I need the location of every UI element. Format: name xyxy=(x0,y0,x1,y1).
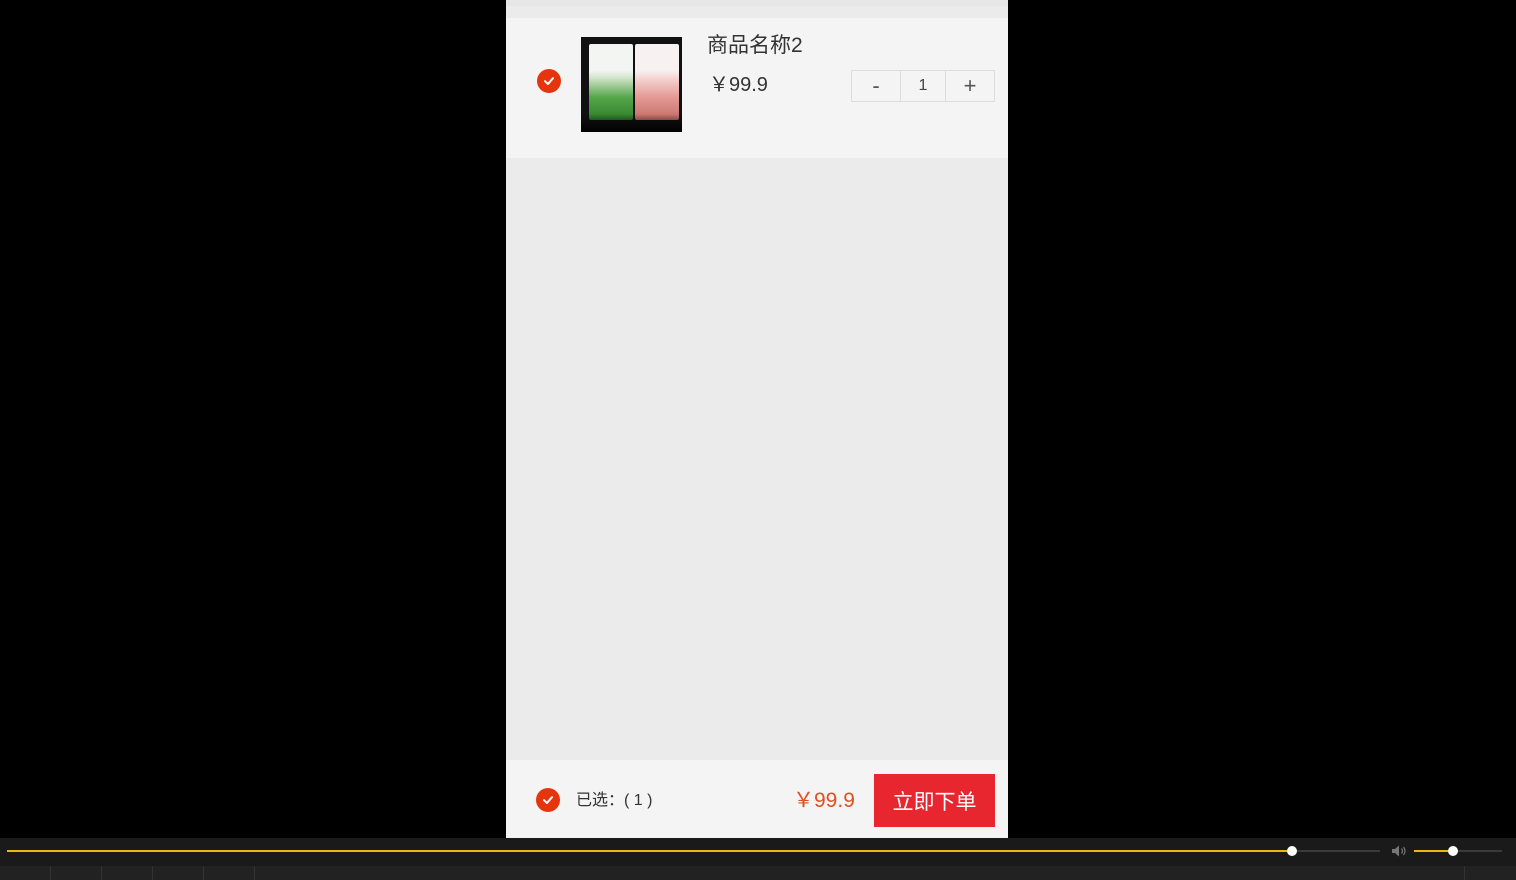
product-name[interactable]: 商品名称2 xyxy=(707,32,803,60)
place-order-button[interactable]: 立即下单 xyxy=(874,774,995,827)
selected-count: 已选：( 1 ) xyxy=(576,792,653,809)
product-thumbnail[interactable] xyxy=(581,37,682,132)
quantity-input[interactable]: 1 xyxy=(900,71,946,101)
toolbar-button[interactable] xyxy=(204,866,255,880)
check-icon xyxy=(543,796,553,804)
product-price: ￥99.9 xyxy=(709,74,768,96)
toolbar-button[interactable] xyxy=(1464,866,1516,880)
toolbar-button[interactable] xyxy=(102,866,153,880)
seek-progress xyxy=(7,850,1293,852)
increment-button[interactable]: + xyxy=(946,71,994,101)
volume-level xyxy=(1414,850,1453,852)
checkout-bar: 已选：( 1 ) ￥99.9 立即下单 xyxy=(506,760,1008,838)
speaker-icon[interactable] xyxy=(1391,844,1407,858)
seek-bar[interactable] xyxy=(7,846,1380,856)
toolbar-button[interactable] xyxy=(153,866,204,880)
video-player-controls xyxy=(0,838,1516,880)
item-select-checkbox[interactable] xyxy=(537,69,561,93)
product-image-pack-green xyxy=(589,44,633,120)
select-all-checkbox[interactable] xyxy=(536,788,560,812)
seek-handle[interactable] xyxy=(1287,846,1298,856)
quantity-stepper: - 1 + xyxy=(851,70,995,102)
volume-handle[interactable] xyxy=(1447,846,1458,856)
cart-item: 商品名称2 ￥99.9 - 1 + xyxy=(506,18,1008,158)
cart-page: 商品名称2 ￥99.9 - 1 + 已选：( 1 ) ￥99.9 立即下单 xyxy=(506,0,1008,838)
toolbar-button[interactable] xyxy=(51,866,102,880)
volume-slider[interactable] xyxy=(1414,846,1502,856)
check-icon xyxy=(544,77,554,85)
player-toolbar xyxy=(0,866,1516,880)
product-image-pack-pink xyxy=(635,44,679,120)
toolbar-button[interactable] xyxy=(0,866,51,880)
divider xyxy=(506,6,1008,18)
total-price: ￥99.9 xyxy=(793,789,855,812)
decrement-button[interactable]: - xyxy=(852,71,900,101)
